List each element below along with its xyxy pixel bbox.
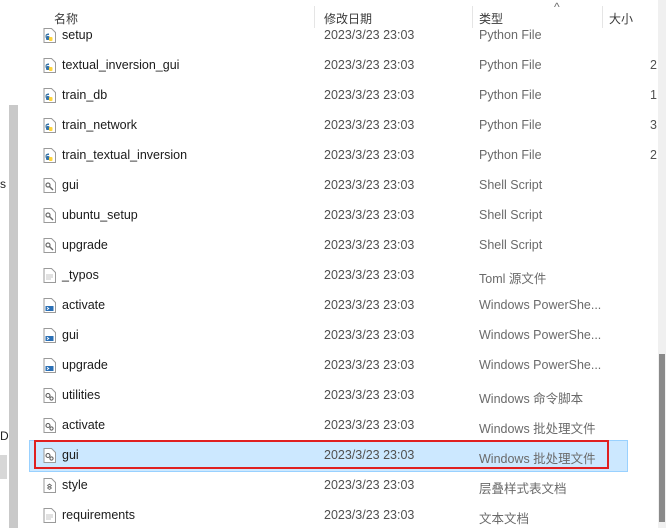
file-type: 文本文档 (479, 512, 530, 526)
css-file-icon (43, 478, 56, 493)
file-modified-date: 2023/3/23 23:03 (324, 508, 415, 522)
file-type: Shell Script (479, 238, 543, 252)
file-modified-date: 2023/3/23 23:03 (324, 448, 415, 462)
file-row[interactable]: _typos 2023/3/23 23:03 Toml 源文件 (30, 261, 627, 291)
file-name: train_db (62, 88, 108, 102)
file-name: train_textual_inversion (62, 148, 188, 162)
powershell-file-icon (43, 298, 56, 313)
file-list: setup 2023/3/23 23:03 Python File textual_i… (0, 21, 658, 528)
python-file-icon (43, 148, 56, 163)
file-type: Windows PowerShe... (479, 298, 602, 312)
batch-file-icon (43, 388, 56, 403)
file-modified-date: 2023/3/23 23:03 (324, 388, 415, 402)
file-name: style (62, 478, 88, 492)
file-size: 2 (650, 148, 657, 162)
shell-script-icon (43, 238, 56, 253)
vertical-scrollbar-thumb[interactable] (659, 354, 665, 522)
file-size: 3 (650, 118, 657, 132)
file-row[interactable]: style 2023/3/23 23:03 层叠样式表文档 (30, 471, 627, 501)
powershell-file-icon (43, 358, 56, 373)
file-name: gui (62, 178, 79, 192)
file-row[interactable]: ubuntu_setup 2023/3/23 23:03 Shell Script (30, 201, 627, 231)
file-row-selected[interactable]: gui 2023/3/23 23:03 Windows 批处理文件 (29, 440, 628, 472)
file-size: 2 (650, 58, 657, 72)
file-row[interactable]: gui 2023/3/23 23:03 Shell Script (30, 171, 627, 201)
shell-script-icon (43, 178, 56, 193)
file-type: Python File (479, 148, 542, 162)
file-type: Windows PowerShe... (479, 358, 602, 372)
file-name: _typos (62, 268, 99, 282)
file-modified-date: 2023/3/23 23:03 (324, 418, 415, 432)
python-file-icon (43, 58, 56, 73)
file-row[interactable]: upgrade 2023/3/23 23:03 Shell Script (30, 231, 627, 261)
text-file-icon (43, 508, 56, 523)
file-name: activate (62, 418, 106, 432)
file-type: Windows PowerShe... (479, 328, 602, 342)
file-name: textual_inversion_gui (62, 58, 180, 72)
python-file-icon (43, 88, 56, 103)
file-type: Python File (479, 28, 542, 42)
file-type: Python File (479, 58, 542, 72)
file-row[interactable]: train_network 2023/3/23 23:03 Python File 3 (30, 111, 657, 141)
file-modified-date: 2023/3/23 23:03 (324, 88, 415, 102)
file-type: Shell Script (479, 178, 543, 192)
file-modified-date: 2023/3/23 23:03 (324, 358, 415, 372)
sort-ascending-icon: ^ (554, 0, 560, 14)
file-row[interactable]: requirements 2023/3/23 23:03 文本文档 (30, 501, 627, 531)
file-row[interactable]: train_textual_inversion 2023/3/23 23:03 Py… (30, 141, 657, 171)
file-name: utilities (62, 388, 101, 402)
file-name: activate (62, 298, 106, 312)
file-modified-date: 2023/3/23 23:03 (324, 328, 415, 342)
file-name: upgrade (62, 358, 108, 372)
file-row[interactable]: train_db 2023/3/23 23:03 Python File 1 (30, 81, 657, 111)
batch-file-icon (43, 448, 56, 463)
file-modified-date: 2023/3/23 23:03 (324, 148, 415, 162)
file-row[interactable]: utilities 2023/3/23 23:03 Windows 命令脚本 (30, 381, 627, 411)
python-file-icon (43, 28, 56, 43)
file-modified-date: 2023/3/23 23:03 (324, 58, 415, 72)
file-type: 层叠样式表文档 (479, 482, 567, 496)
file-modified-date: 2023/3/23 23:03 (324, 298, 415, 312)
file-modified-date: 2023/3/23 23:03 (324, 238, 415, 252)
file-row[interactable]: gui 2023/3/23 23:03 Windows PowerShe... (30, 321, 627, 351)
file-type: Shell Script (479, 208, 543, 222)
text-file-icon (43, 268, 56, 283)
python-file-icon (43, 118, 56, 133)
file-modified-date: 2023/3/23 23:03 (324, 268, 415, 282)
file-modified-date: 2023/3/23 23:03 (324, 118, 415, 132)
file-name: train_network (62, 118, 138, 132)
file-name: gui (62, 328, 79, 342)
file-row[interactable]: upgrade 2023/3/23 23:03 Windows PowerShe..… (30, 351, 627, 381)
file-modified-date: 2023/3/23 23:03 (324, 178, 415, 192)
file-modified-date: 2023/3/23 23:03 (324, 478, 415, 492)
file-name: upgrade (62, 238, 108, 252)
file-modified-date: 2023/3/23 23:03 (324, 208, 415, 222)
file-type: Windows 批处理文件 (479, 422, 596, 436)
file-name: requirements (62, 508, 135, 522)
file-name: gui (62, 448, 79, 462)
file-row[interactable]: activate 2023/3/23 23:03 Windows 批处理文件 (30, 411, 627, 441)
file-type: Python File (479, 118, 542, 132)
file-name: ubuntu_setup (62, 208, 138, 222)
file-size: 1 (650, 88, 657, 102)
file-row[interactable]: activate 2023/3/23 23:03 Windows PowerShe.… (30, 291, 627, 321)
file-type: Python File (479, 88, 542, 102)
file-type: Windows 命令脚本 (479, 392, 584, 406)
powershell-file-icon (43, 328, 56, 343)
file-type: Toml 源文件 (479, 272, 547, 286)
file-name: setup (62, 28, 93, 42)
shell-script-icon (43, 208, 56, 223)
file-type: Windows 批处理文件 (479, 452, 596, 466)
file-row[interactable]: setup 2023/3/23 23:03 Python File (30, 21, 627, 51)
file-row[interactable]: textual_inversion_gui 2023/3/23 23:03 Pyth… (30, 51, 657, 81)
file-modified-date: 2023/3/23 23:03 (324, 28, 415, 42)
batch-file-icon (43, 418, 56, 433)
